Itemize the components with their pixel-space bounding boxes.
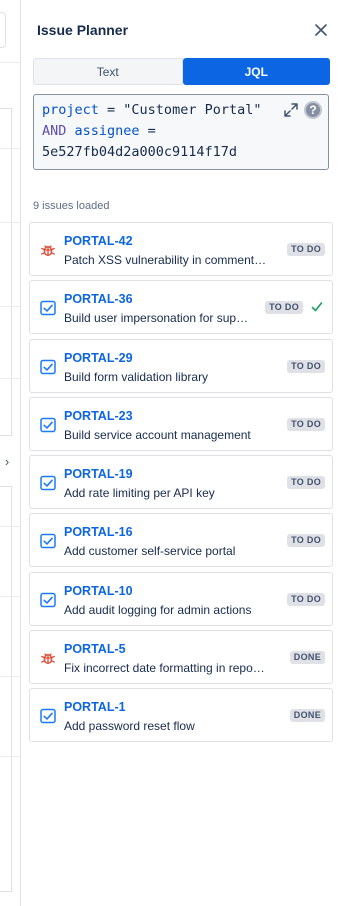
status-badge: TO DO (287, 359, 325, 373)
background-divider (0, 756, 20, 757)
issue-summary: Add password reset flow (64, 719, 195, 734)
issue-card[interactable]: PORTAL-42 Patch XSS vulnerability in comm… (29, 222, 333, 276)
issue-summary: Patch XSS vulnerability in comment… (64, 253, 267, 267)
issue-card[interactable]: PORTAL-1 Add password reset flow DONE (29, 688, 333, 743)
background-divider (0, 676, 20, 677)
issue-card[interactable]: PORTAL-16 Add customer self-service porta… (29, 513, 333, 568)
task-icon (40, 417, 56, 433)
issue-key[interactable]: PORTAL-23 (64, 409, 133, 423)
issue-card[interactable]: PORTAL-5 Fix incorrect date formatting in… (29, 630, 333, 685)
tab-text[interactable]: Text (33, 58, 183, 85)
issue-key[interactable]: PORTAL-19 (64, 467, 133, 481)
bug-icon (40, 242, 56, 258)
close-icon[interactable] (310, 19, 332, 41)
task-icon (40, 592, 56, 608)
issue-key[interactable]: PORTAL-16 (64, 525, 133, 539)
issue-key[interactable]: PORTAL-10 (64, 584, 133, 598)
tab-jql[interactable]: JQL (182, 58, 330, 85)
issue-summary: Add audit logging for admin actions (64, 602, 252, 617)
issue-card[interactable]: PORTAL-23 Build service account managemen… (29, 396, 333, 451)
jql-line-2: AND assignee = (42, 123, 156, 139)
jql-tools: ? (281, 100, 322, 120)
task-icon (40, 359, 56, 375)
status-badge: TO DO (287, 476, 325, 490)
status-badge: TO DO (287, 417, 325, 431)
issue-list: PORTAL-42 Patch XSS vulnerability in comm… (29, 222, 333, 747)
search-mode-toggle: Text JQL (33, 58, 330, 85)
task-icon (40, 708, 56, 724)
help-icon[interactable]: ? (304, 101, 322, 119)
status-badge: DONE (289, 709, 325, 723)
issue-planner-panel: Issue Planner Text JQL project = "Custom… (20, 0, 339, 906)
sidebar-expand-handle[interactable]: › (0, 436, 14, 486)
status-badge: TO DO (265, 301, 303, 315)
background-card-edge (0, 12, 6, 48)
issue-key[interactable]: PORTAL-1 (64, 700, 126, 714)
status-badge: DONE (289, 651, 325, 665)
background-panel-lower (0, 486, 12, 892)
bug-icon (40, 650, 56, 666)
issue-summary: Add rate limiting per API key (64, 486, 215, 501)
issue-key[interactable]: PORTAL-42 (64, 234, 133, 248)
issues-count: 9 issues loaded (33, 200, 110, 212)
check-icon (311, 300, 323, 314)
task-icon (40, 533, 56, 549)
issue-card[interactable]: PORTAL-19 Add rate limiting per API key TO… (29, 455, 333, 510)
jql-line-1: project = "Customer Portal" (42, 102, 262, 118)
issue-summary: Build form validation library (64, 369, 209, 384)
chevron-right-icon: › (4, 453, 10, 469)
expand-icon[interactable] (281, 100, 301, 120)
issue-summary: Fix incorrect date formatting in repo… (64, 661, 265, 676)
issue-card[interactable]: PORTAL-10 Add audit logging for admin act… (29, 571, 333, 626)
background-panel (0, 108, 12, 436)
task-icon (40, 475, 56, 491)
jql-input[interactable]: project = "Customer Portal" AND assignee… (33, 94, 329, 170)
panel-title: Issue Planner (37, 22, 129, 38)
issue-card[interactable]: PORTAL-29 Build form validation library TO… (29, 338, 333, 393)
background-divider (0, 378, 20, 379)
issue-key[interactable]: PORTAL-36 (64, 292, 133, 306)
status-badge: TO DO (287, 243, 325, 256)
background-divider (0, 596, 20, 597)
task-icon (40, 300, 56, 316)
background-divider (0, 306, 20, 307)
background-divider (0, 148, 20, 149)
issue-key[interactable]: PORTAL-29 (64, 351, 133, 365)
status-badge: TO DO (287, 592, 325, 606)
issue-summary: Build service account management (64, 427, 251, 442)
status-badge: TO DO (287, 534, 325, 548)
issue-summary: Add customer self-service portal (64, 544, 236, 559)
background-divider (0, 222, 20, 223)
panel-header: Issue Planner (37, 18, 332, 42)
issue-key[interactable]: PORTAL-5 (64, 642, 126, 656)
background-divider (0, 526, 20, 527)
background-divider (0, 62, 20, 63)
issue-summary: Build user impersonation for sup… (64, 311, 249, 326)
jql-line-3: 5e527fb04d2a000c9114f17d (42, 144, 238, 160)
issue-card[interactable]: PORTAL-36 Build user impersonation for su… (29, 280, 333, 335)
